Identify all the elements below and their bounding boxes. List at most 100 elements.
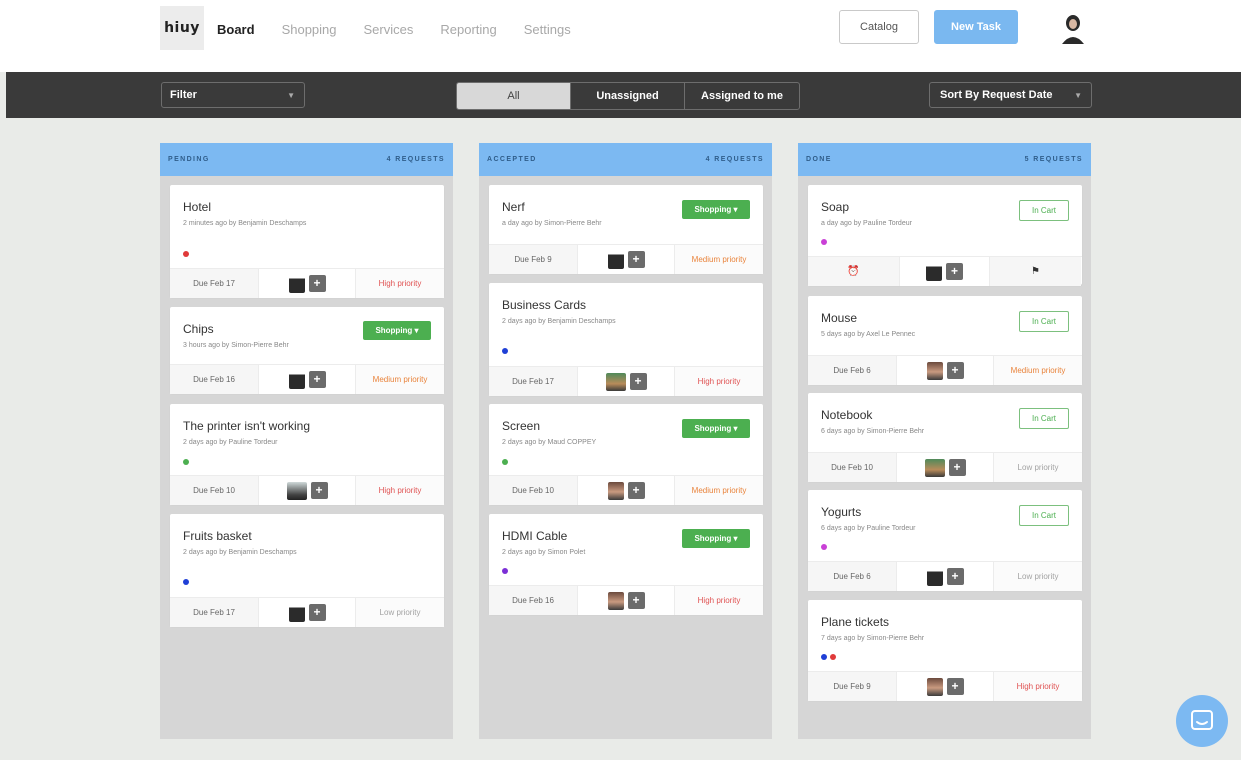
new-task-button[interactable]: New Task: [934, 10, 1018, 44]
filter-toolbar: Filter ▼ All Unassigned Assigned to me S…: [6, 72, 1241, 118]
assignee-avatar[interactable]: [607, 250, 624, 269]
app-logo[interactable]: hiuy: [160, 6, 204, 50]
priority-label[interactable]: High priority: [675, 367, 763, 396]
due-date[interactable]: Due Feb 6: [808, 562, 896, 591]
card-title: Plane tickets: [821, 615, 890, 629]
due-date[interactable]: Due Feb 10: [808, 453, 896, 482]
priority-label[interactable]: High priority: [675, 586, 763, 615]
card-title: Business Cards: [502, 298, 587, 312]
add-assignee-button[interactable]: +: [308, 371, 326, 388]
assignee-avatar[interactable]: [924, 458, 945, 477]
card-footer: Due Feb 17 + High priority: [170, 268, 444, 298]
priority-label[interactable]: Medium priority: [675, 245, 763, 274]
sort-dropdown[interactable]: Sort By Request Date ▼: [929, 82, 1092, 108]
due-date[interactable]: Due Feb 6: [808, 356, 896, 385]
priority-label[interactable]: High priority: [356, 269, 444, 298]
due-date[interactable]: Due Feb 16: [170, 365, 258, 394]
assignees: +: [899, 257, 990, 286]
card-footer: Due Feb 9 + Medium priority: [489, 244, 763, 274]
add-assignee-button[interactable]: +: [308, 275, 326, 292]
due-date[interactable]: Due Feb 17: [170, 269, 258, 298]
priority-label[interactable]: High priority: [994, 672, 1082, 701]
segment-all[interactable]: All: [457, 83, 571, 109]
assignee-avatar[interactable]: [605, 372, 626, 391]
flag-icon[interactable]: ⚑: [990, 257, 1081, 286]
priority-label[interactable]: Medium priority: [356, 365, 444, 394]
label-dots: [183, 579, 189, 585]
task-card[interactable]: Plane tickets 7 days ago by Simon-Pierre…: [808, 600, 1082, 701]
task-card[interactable]: Notebook 6 days ago by Simon-Pierre Behr…: [808, 393, 1082, 482]
task-card[interactable]: Fruits basket 2 days ago by Benjamin Des…: [170, 514, 444, 627]
in-cart-tag[interactable]: In Cart: [1019, 311, 1069, 332]
assignee-avatar[interactable]: [926, 677, 943, 696]
task-card[interactable]: Business Cards 2 days ago by Benjamin De…: [489, 283, 763, 396]
task-card[interactable]: HDMI Cable 2 days ago by Simon Polet Sho…: [489, 514, 763, 615]
assignee-avatar[interactable]: [607, 481, 624, 500]
add-assignee-button[interactable]: +: [946, 678, 964, 695]
in-cart-tag[interactable]: In Cart: [1019, 505, 1069, 526]
nav-reporting[interactable]: Reporting: [440, 22, 496, 37]
add-assignee-button[interactable]: +: [946, 568, 964, 585]
add-assignee-button[interactable]: +: [946, 362, 964, 379]
task-card[interactable]: Mouse 5 days ago by Axel Le Pennec In Ca…: [808, 296, 1082, 385]
nav-board[interactable]: Board: [217, 22, 255, 37]
segment-unassigned[interactable]: Unassigned: [571, 83, 685, 109]
user-avatar[interactable]: [1058, 10, 1088, 44]
priority-label[interactable]: Medium priority: [675, 476, 763, 505]
assignee-avatar[interactable]: [607, 591, 624, 610]
assignee-avatar[interactable]: [288, 603, 305, 622]
priority-label[interactable]: Low priority: [356, 598, 444, 627]
add-assignee-button[interactable]: +: [308, 604, 326, 621]
add-assignee-button[interactable]: +: [627, 251, 645, 268]
task-card[interactable]: Screen 2 days ago by Maud COPPEY Shoppin…: [489, 404, 763, 505]
assignee-avatar[interactable]: [926, 262, 942, 281]
in-cart-tag[interactable]: In Cart: [1019, 200, 1069, 221]
add-assignee-button[interactable]: +: [946, 263, 963, 280]
due-date[interactable]: Due Feb 17: [170, 598, 258, 627]
due-date[interactable]: Due Feb 9: [808, 672, 896, 701]
task-card[interactable]: Hotel 2 minutes ago by Benjamin Deschamp…: [170, 185, 444, 298]
assignee-avatar[interactable]: [288, 370, 305, 389]
priority-label[interactable]: Low priority: [994, 562, 1082, 591]
assignment-segmented-control: All Unassigned Assigned to me: [456, 82, 800, 110]
due-date[interactable]: Due Feb 9: [489, 245, 577, 274]
shopping-tag[interactable]: Shopping ▾: [363, 321, 431, 340]
add-assignee-button[interactable]: +: [627, 592, 645, 609]
assignees: +: [258, 476, 356, 505]
card-title: Hotel: [183, 200, 212, 214]
add-assignee-button[interactable]: +: [629, 373, 647, 390]
due-date[interactable]: Due Feb 17: [489, 367, 577, 396]
chat-launcher-button[interactable]: [1176, 695, 1228, 747]
catalog-button[interactable]: Catalog: [839, 10, 919, 44]
priority-label[interactable]: High priority: [356, 476, 444, 505]
assignee-avatar[interactable]: [288, 274, 305, 293]
shopping-tag[interactable]: Shopping ▾: [682, 419, 750, 438]
shopping-tag[interactable]: Shopping ▾: [682, 529, 750, 548]
nav-settings[interactable]: Settings: [524, 22, 571, 37]
task-card[interactable]: Yogurts 6 days ago by Pauline Tordeur In…: [808, 490, 1082, 591]
add-assignee-button[interactable]: +: [948, 459, 966, 476]
add-assignee-button[interactable]: +: [627, 482, 645, 499]
assignee-avatar[interactable]: [926, 361, 943, 380]
nav-services[interactable]: Services: [364, 22, 414, 37]
task-card[interactable]: Soap a day ago by Pauline Tordeur In Car…: [808, 185, 1082, 286]
due-date[interactable]: Due Feb 10: [489, 476, 577, 505]
add-assignee-button[interactable]: +: [310, 482, 328, 499]
due-date[interactable]: Due Feb 10: [170, 476, 258, 505]
filter-dropdown[interactable]: Filter ▼: [161, 82, 305, 108]
task-card[interactable]: The printer isn't working 2 days ago by …: [170, 404, 444, 505]
priority-label[interactable]: Low priority: [994, 453, 1082, 482]
assignees: +: [577, 245, 675, 274]
assignee-avatar[interactable]: [286, 481, 307, 500]
task-card[interactable]: Chips 3 hours ago by Simon-Pierre Behr S…: [170, 307, 444, 394]
segment-assigned-to-me[interactable]: Assigned to me: [685, 83, 799, 109]
priority-label[interactable]: Medium priority: [994, 356, 1082, 385]
alarm-icon[interactable]: ⏰: [808, 257, 899, 286]
task-card[interactable]: Nerf a day ago by Simon-Pierre Behr Shop…: [489, 185, 763, 274]
due-date[interactable]: Due Feb 16: [489, 586, 577, 615]
in-cart-tag[interactable]: In Cart: [1019, 408, 1069, 429]
shopping-tag[interactable]: Shopping ▾: [682, 200, 750, 219]
nav-shopping[interactable]: Shopping: [282, 22, 337, 37]
assignee-avatar[interactable]: [926, 567, 943, 586]
label-dots: [502, 459, 508, 465]
